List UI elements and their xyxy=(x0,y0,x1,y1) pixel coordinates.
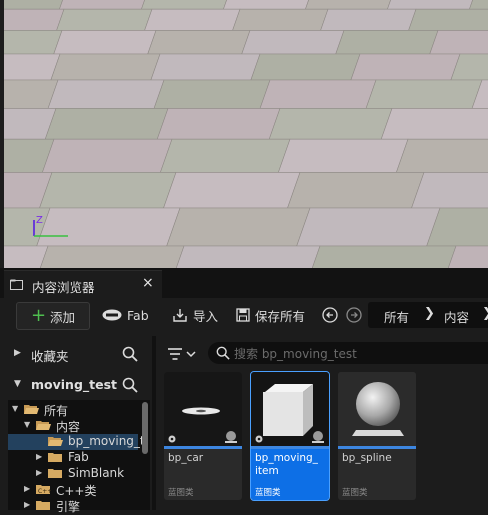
save-all-label: 保存所有 xyxy=(255,308,306,324)
asset-search-input[interactable]: 搜索 bp_moving_test xyxy=(208,342,488,364)
add-button[interactable]: + 添加 xyxy=(16,302,90,330)
asset-type: 蓝图类 xyxy=(168,488,194,498)
chevron-down-icon: ▼ xyxy=(12,404,19,413)
blueprint-badge-icon xyxy=(312,431,324,443)
tree-item-fab[interactable]: ▶ Fab xyxy=(8,450,138,466)
import-button[interactable]: 导入 xyxy=(172,302,218,328)
fab-label: Fab xyxy=(127,307,149,323)
folder-icon xyxy=(10,279,23,290)
asset-type-bar xyxy=(164,446,242,449)
folder-tree: ▼ 所有 ▼ 内容 bp_moving_t ▶ Fab ▶ SimBlank ▶… xyxy=(8,400,150,514)
tree-item-label: 引擎 xyxy=(56,500,81,514)
viewport-frame xyxy=(0,0,4,268)
sources-panel: ▶ 收藏夹 ▼ moving_test ▼ 所有 ▼ 内容 bp_moving_… xyxy=(4,336,150,514)
folder-open-icon xyxy=(24,405,39,414)
content-browser-panel: 内容浏览器 × + 添加 Fab 导入 保存所有 所有 ❯ 内容 ▶ 收藏夹 ▼… xyxy=(0,268,488,514)
tab-content-browser[interactable]: 内容浏览器 × xyxy=(4,270,162,299)
chevron-right-icon: ▶ xyxy=(14,348,21,358)
search-icon[interactable] xyxy=(122,377,138,393)
tab-title: 内容浏览器 xyxy=(32,280,95,295)
tree-item-engine[interactable]: ▶ 引擎 xyxy=(8,498,138,514)
tree-item-cpp-classes[interactable]: ▶ C++ C++类 xyxy=(8,482,138,498)
asset-tile-bp-moving-item[interactable]: bp_moving_ item 蓝图类 xyxy=(250,371,330,501)
chevron-down-icon: ▼ xyxy=(24,420,31,429)
asset-type: 蓝图类 xyxy=(255,488,281,498)
forward-arrow-icon[interactable] xyxy=(346,307,362,323)
back-arrow-icon[interactable] xyxy=(322,307,338,323)
asset-thumbnail xyxy=(338,372,416,446)
favorites-label: 收藏夹 xyxy=(31,349,69,364)
project-label: moving_test xyxy=(31,377,118,392)
gear-icon xyxy=(168,435,176,443)
folder-open-icon xyxy=(48,437,63,446)
checker-floor xyxy=(0,0,488,268)
close-icon[interactable]: × xyxy=(142,275,154,291)
tree-item-label: C++类 xyxy=(56,484,97,498)
save-icon xyxy=(236,308,250,322)
asset-tile-bp-spline[interactable]: bp_spline 蓝图类 xyxy=(338,372,416,500)
save-all-button[interactable]: 保存所有 xyxy=(236,302,305,328)
content-browser-toolbar: + 添加 Fab 导入 保存所有 所有 ❯ 内容 xyxy=(0,298,488,334)
chevron-right-icon: ▶ xyxy=(24,484,31,493)
import-icon xyxy=(173,309,187,322)
asset-name: bp_spline xyxy=(342,452,392,464)
asset-type: 蓝图类 xyxy=(342,488,368,498)
search-icon[interactable] xyxy=(122,346,138,362)
import-label: 导入 xyxy=(193,308,219,324)
tree-item-label: Fab xyxy=(68,450,89,464)
asset-type-bar xyxy=(338,446,416,449)
asset-tile-bp-car[interactable]: bp_car 蓝图类 xyxy=(164,372,242,500)
tree-item-content[interactable]: ▼ 内容 xyxy=(8,418,138,434)
folder-icon xyxy=(48,469,62,478)
sphere-thumbnail-icon xyxy=(352,382,404,436)
axis-z-label: Z xyxy=(36,215,43,226)
project-header[interactable]: ▼ moving_test xyxy=(4,372,150,398)
chevron-right-icon[interactable]: ❯ xyxy=(424,306,435,321)
asset-name: bp_moving_ item xyxy=(255,452,318,477)
chevron-right-icon: ▶ xyxy=(36,468,43,477)
cpp-folder-icon: C++ xyxy=(36,485,51,495)
folder-open-icon xyxy=(36,421,51,430)
panel-splitter[interactable] xyxy=(152,336,156,510)
breadcrumb-all[interactable]: 所有 xyxy=(384,307,409,326)
chevron-down-icon: ▼ xyxy=(14,379,21,389)
tree-item-label: 所有 xyxy=(44,404,69,418)
blueprint-badge-icon xyxy=(225,431,237,443)
search-icon xyxy=(216,346,230,360)
favorites-header[interactable]: ▶ 收藏夹 xyxy=(4,341,150,367)
tree-item-simblank[interactable]: ▶ SimBlank xyxy=(8,466,138,482)
tree-scrollbar[interactable] xyxy=(142,402,148,454)
tree-item-label: SimBlank xyxy=(68,466,125,480)
filter-icon[interactable] xyxy=(166,344,198,364)
breadcrumb: 所有 ❯ 内容 ❯ xyxy=(368,302,488,328)
chevron-right-icon: ▶ xyxy=(36,452,43,461)
fab-button[interactable]: Fab xyxy=(102,302,149,328)
fab-logo-icon xyxy=(102,309,122,321)
asset-type-bar xyxy=(251,446,329,449)
folder-icon xyxy=(48,453,62,462)
tree-item-label: 内容 xyxy=(56,420,81,434)
asset-name: bp_car xyxy=(168,452,204,464)
tree-item-label: bp_moving_t xyxy=(68,434,145,448)
svg-text:C++: C++ xyxy=(38,488,51,495)
tab-bar: 内容浏览器 × xyxy=(0,268,488,299)
axis-gizmo-icon: Z xyxy=(33,215,68,237)
level-viewport[interactable]: Z xyxy=(0,0,488,268)
breadcrumb-content[interactable]: 内容 xyxy=(444,307,469,326)
chevron-right-icon: ▶ xyxy=(24,500,31,509)
search-placeholder: 搜索 bp_moving_test xyxy=(234,347,357,361)
folder-icon xyxy=(36,501,50,510)
gear-icon xyxy=(255,435,263,443)
plus-icon: + xyxy=(30,305,47,326)
add-label: 添加 xyxy=(50,309,76,325)
tree-item-all[interactable]: ▼ 所有 xyxy=(8,402,138,418)
tree-item-bp-moving-test[interactable]: bp_moving_t xyxy=(8,434,145,450)
chevron-right-icon[interactable]: ❯ xyxy=(482,306,488,321)
